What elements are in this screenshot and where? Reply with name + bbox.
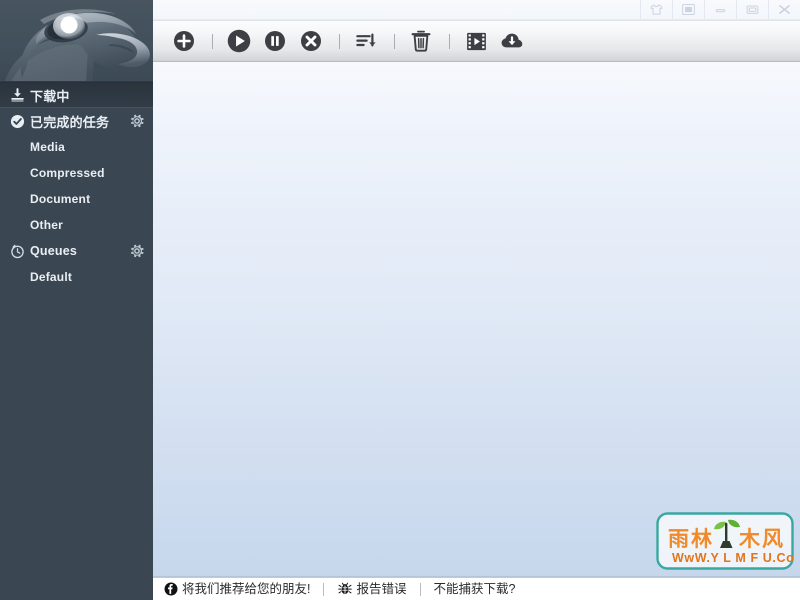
toolbar-separator-1 [212, 33, 213, 49]
delete-button[interactable] [404, 24, 438, 58]
sidebar-item-label: Media [30, 140, 66, 154]
sidebar: 下载中 已完成的任务 Media Compressed Document Oth… [0, 0, 153, 600]
minimize-icon [715, 9, 726, 13]
statusbar-separator-1 [323, 582, 325, 596]
cancel-button[interactable] [294, 24, 328, 58]
maximize-icon [746, 5, 759, 14]
recommend-link-label: 将我们推荐给您的朋友! [182, 581, 311, 596]
main-panel: 雨 林 木 风 WwW.Y L M F U.CoM 将我们推荐给您的朋友! 报告… [153, 0, 800, 600]
play-circle-icon [227, 29, 251, 53]
sidebar-item-default-queue[interactable]: Default [0, 264, 153, 290]
check-circle-icon [8, 112, 26, 130]
film-play-icon [466, 32, 486, 50]
toolbar-separator-3 [394, 33, 395, 49]
start-button[interactable] [222, 24, 256, 58]
statusbar-separator-2 [419, 582, 421, 596]
video-sniffer-button[interactable] [459, 24, 493, 58]
close-button[interactable] [768, 0, 800, 19]
sidebar-item-compressed[interactable]: Compressed [0, 160, 153, 186]
gear-icon[interactable] [129, 243, 145, 259]
sidebar-item-label: Compressed [30, 166, 105, 180]
toolbar-separator-4 [449, 33, 450, 49]
sidebar-item-other[interactable]: Other [0, 212, 153, 238]
download-tray-icon [8, 86, 26, 104]
skin-button[interactable] [640, 0, 672, 19]
sidebar-item-downloading[interactable]: 下载中 [0, 82, 153, 108]
pause-circle-icon [265, 31, 285, 51]
sidebar-nav-list: 下载中 已完成的任务 Media Compressed Document Oth… [0, 82, 153, 290]
close-icon [779, 5, 790, 14]
sidebar-item-completed[interactable]: 已完成的任务 [0, 108, 153, 134]
pause-button[interactable] [258, 24, 292, 58]
eagleget-window: 下载中 已完成的任务 Media Compressed Document Oth… [0, 0, 800, 600]
sidebar-item-label: Default [30, 270, 73, 284]
sidebar-item-queues[interactable]: Queues [0, 238, 153, 264]
facebook-icon [163, 582, 178, 597]
download-cloud-button[interactable] [495, 24, 529, 58]
sidebar-item-label: Document [30, 192, 91, 206]
cloud-download-icon [501, 33, 523, 48]
trash-icon [411, 30, 431, 52]
tshirt-icon [650, 4, 663, 15]
tray-button[interactable] [672, 0, 704, 19]
sidebar-item-media[interactable]: Media [0, 134, 153, 160]
clock-icon [8, 242, 26, 260]
plus-circle-icon [174, 31, 194, 51]
sidebar-item-label: 已完成的任务 [30, 114, 110, 130]
task-list-area[interactable]: 雨 林 木 风 WwW.Y L M F U.CoM [153, 62, 800, 577]
svg-text:雨: 雨 [668, 527, 689, 551]
app-logo-panel [0, 0, 153, 82]
svg-text:WwW.Y L M F U.CoM: WwW.Y L M F U.CoM [672, 551, 794, 565]
svg-text:木: 木 [738, 527, 761, 551]
tray-icon [682, 4, 695, 15]
sidebar-item-label: Queues [30, 244, 78, 258]
toolbar-separator-2 [339, 33, 340, 49]
sort-button[interactable] [349, 24, 383, 58]
minimize-button[interactable] [704, 0, 736, 19]
status-bar: 将我们推荐给您的朋友! 报告错误 不能捕获下载? [153, 577, 800, 600]
eagle-head-logo [5, 9, 150, 81]
gear-icon[interactable] [129, 113, 145, 129]
title-bar[interactable] [153, 0, 800, 20]
site-watermark: 雨 林 木 风 WwW.Y L M F U.CoM [656, 512, 794, 570]
maximize-button[interactable] [736, 0, 768, 19]
cancel-circle-icon [301, 31, 321, 51]
sidebar-item-label: 下载中 [30, 88, 70, 104]
report-bug-link-label: 报告错误 [356, 581, 407, 596]
report-bug-link[interactable]: 报告错误 [337, 578, 407, 600]
svg-text:林: 林 [691, 527, 712, 551]
toolbar [153, 20, 800, 62]
sort-descending-icon [356, 33, 376, 47]
cannot-capture-link-label: 不能捕获下载? [433, 581, 516, 596]
add-task-button[interactable] [167, 24, 201, 58]
sidebar-item-document[interactable]: Document [0, 186, 153, 212]
sidebar-item-label: Other [30, 218, 64, 232]
bug-icon [337, 582, 352, 597]
recommend-link[interactable]: 将我们推荐给您的朋友! [163, 578, 310, 600]
svg-text:风: 风 [762, 527, 783, 551]
cannot-capture-link[interactable]: 不能捕获下载? [434, 578, 516, 600]
